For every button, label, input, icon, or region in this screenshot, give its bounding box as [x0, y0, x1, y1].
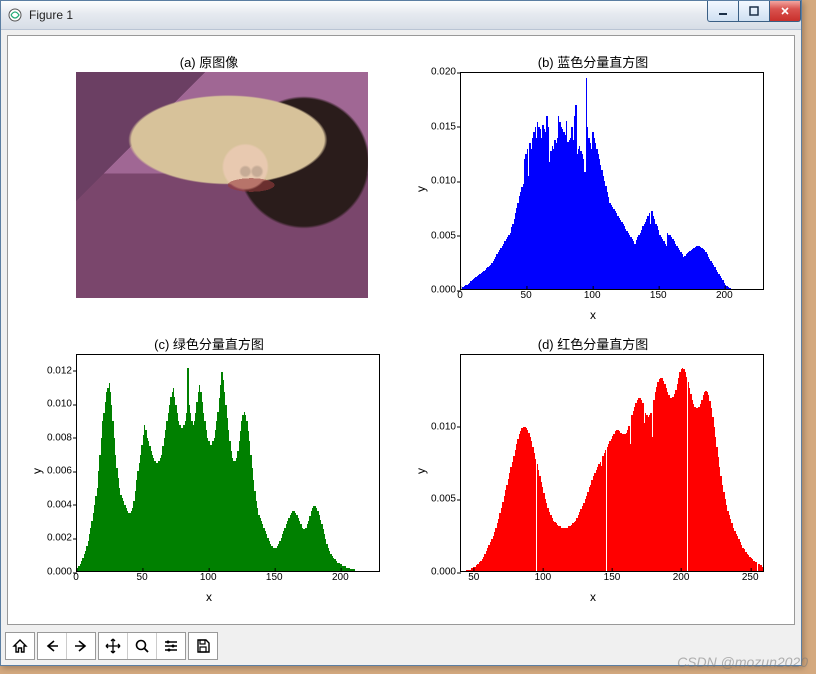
maximize-button[interactable] — [739, 1, 770, 22]
x-tick: 150 — [266, 572, 283, 583]
y-tick: 0.012 — [47, 365, 72, 376]
x-tick: 50 — [468, 572, 479, 583]
y-tick: 0.008 — [47, 432, 72, 443]
image-placeholder — [76, 72, 368, 298]
panel-b-title: (b) 蓝色分量直方图 — [410, 52, 776, 71]
save-button[interactable] — [189, 633, 217, 659]
y-tick: 0.020 — [431, 67, 456, 78]
panel-b-xlabel: x — [410, 308, 776, 322]
y-tick: 0.010 — [47, 399, 72, 410]
panel-c-green-hist: (c) 绿色分量直方图 y 0.0000.0020.0040.0060.0080… — [26, 336, 392, 606]
x-tick: 100 — [200, 572, 217, 583]
x-tick: 0 — [73, 572, 79, 583]
y-tick: 0.010 — [431, 176, 456, 187]
configure-button[interactable] — [156, 633, 185, 659]
x-tick: 100 — [535, 572, 552, 583]
panel-d-axes — [460, 354, 764, 572]
back-button[interactable] — [38, 633, 66, 659]
figure-canvas: (a) 原图像 (b) 蓝色分量直方图 y 0.0000.0050.0100.0… — [7, 35, 795, 625]
y-tick: 0.010 — [431, 421, 456, 432]
titlebar[interactable]: Figure 1 — [1, 1, 801, 30]
x-tick: 0 — [457, 290, 463, 301]
hist-bar — [762, 567, 763, 571]
x-tick: 200 — [716, 290, 733, 301]
forward-button[interactable] — [66, 633, 95, 659]
home-button[interactable] — [6, 633, 34, 659]
x-tick: 250 — [742, 572, 759, 583]
y-tick: 0.006 — [47, 466, 72, 477]
app-icon — [7, 7, 23, 23]
x-tick: 200 — [332, 572, 349, 583]
y-tick: 0.000 — [47, 567, 72, 578]
hist-bar — [730, 288, 731, 289]
y-tick: 0.005 — [431, 230, 456, 241]
panel-d-xlabel: x — [410, 590, 776, 604]
source-image — [76, 72, 368, 298]
y-tick: 0.000 — [431, 567, 456, 578]
y-tick: 0.005 — [431, 494, 456, 505]
zoom-button[interactable] — [127, 633, 156, 659]
panel-d-title: (d) 红色分量直方图 — [410, 334, 776, 353]
nav-toolbar — [5, 631, 218, 661]
y-tick: 0.015 — [431, 121, 456, 132]
panel-b-blue-hist: (b) 蓝色分量直方图 y 0.0000.0050.0100.0150.020 … — [410, 54, 776, 324]
panel-b-axes — [460, 72, 764, 290]
panel-a-image: (a) 原图像 — [26, 54, 392, 324]
x-tick: 100 — [584, 290, 601, 301]
y-tick: 0.004 — [47, 499, 72, 510]
panel-a-title: (a) 原图像 — [26, 52, 392, 71]
x-tick: 50 — [137, 572, 148, 583]
pan-button[interactable] — [99, 633, 127, 659]
y-tick: 0.002 — [47, 533, 72, 544]
x-tick: 50 — [521, 290, 532, 301]
window-title: Figure 1 — [29, 8, 73, 22]
x-tick: 200 — [673, 572, 690, 583]
minimize-button[interactable] — [707, 1, 739, 22]
panel-c-axes — [76, 354, 380, 572]
panel-d-red-hist: (d) 红色分量直方图 y 0.0000.0050.010 5010015020… — [410, 336, 776, 606]
panel-c-xlabel: x — [26, 590, 392, 604]
x-tick: 150 — [650, 290, 667, 301]
hist-bar — [354, 569, 355, 571]
x-tick: 150 — [604, 572, 621, 583]
close-button[interactable] — [770, 1, 801, 22]
figure-window: Figure 1 (a) 原图像 (b) 蓝色分量直方图 y — [0, 0, 802, 666]
y-tick: 0.000 — [431, 285, 456, 296]
panel-c-title: (c) 绿色分量直方图 — [26, 334, 392, 353]
